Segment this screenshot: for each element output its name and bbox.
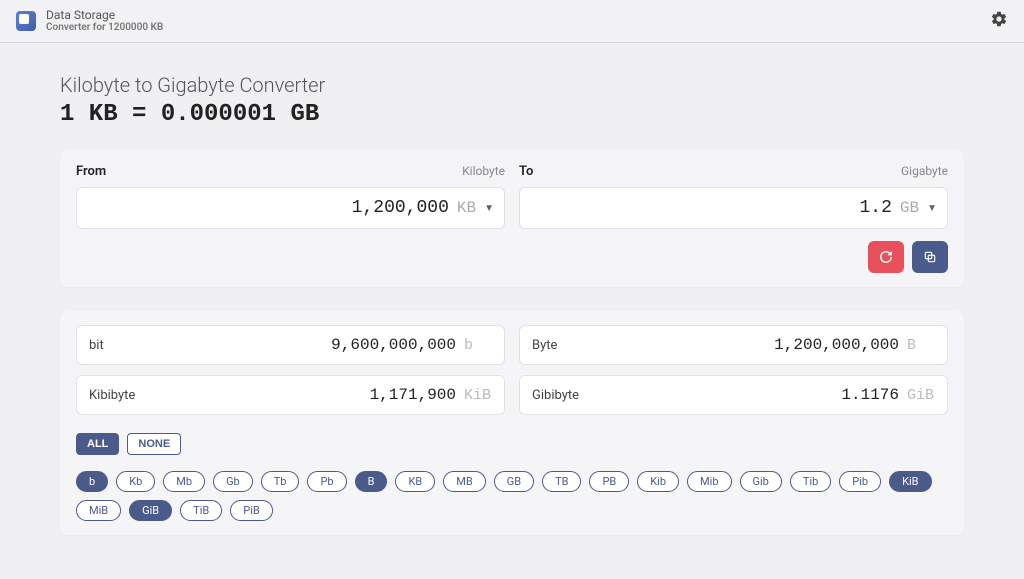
result-value: 9,600,000,000 [112, 336, 456, 354]
from-column: From Kilobyte 1,200,000 KB ▼ [76, 164, 505, 229]
unit-chip-GB[interactable]: GB [494, 471, 534, 492]
header-left: Data Storage Converter for 1200000 KB [16, 8, 163, 34]
from-label: From [76, 164, 106, 179]
from-to-row: From Kilobyte 1,200,000 KB ▼ To Gigabyte… [76, 164, 948, 229]
from-value: 1,200,000 [89, 198, 449, 218]
conversion-equation: 1 KB = 0.000001 GB [60, 101, 964, 128]
unit-chip-Tb[interactable]: Tb [261, 471, 300, 492]
result-value: 1,200,000,000 [565, 336, 899, 354]
to-header: To Gigabyte [519, 164, 948, 179]
result-value: 1.1176 [587, 386, 899, 404]
unit-chip-Mb[interactable]: Mb [163, 471, 205, 492]
result-row[interactable]: Kibibyte 1,171,900 KiB [76, 375, 505, 415]
reset-button[interactable] [868, 241, 904, 273]
unit-chip-Pib[interactable]: Pib [839, 471, 881, 492]
result-unit: KiB [464, 387, 492, 404]
result-label: Kibibyte [89, 388, 135, 403]
gear-icon[interactable] [990, 10, 1008, 32]
filter-all-button[interactable]: ALL [76, 433, 119, 455]
chevron-down-icon[interactable]: ▼ [927, 203, 937, 214]
to-value: 1.2 [532, 198, 892, 218]
result-unit: B [907, 337, 935, 354]
unit-chip-TiB[interactable]: TiB [180, 500, 222, 521]
unit-chip-b[interactable]: b [76, 471, 108, 492]
result-row[interactable]: bit 9,600,000,000 b [76, 325, 505, 365]
from-unit-name: Kilobyte [462, 164, 505, 179]
header-subtitle: Converter for 1200000 KB [46, 22, 163, 34]
result-label: Gibibyte [532, 388, 579, 403]
unit-chip-PiB[interactable]: PiB [230, 500, 272, 521]
converter-card: From Kilobyte 1,200,000 KB ▼ To Gigabyte… [60, 150, 964, 287]
unit-chip-MiB[interactable]: MiB [76, 500, 121, 521]
chevron-down-icon[interactable]: ▼ [484, 203, 494, 214]
from-header: From Kilobyte [76, 164, 505, 179]
unit-chip-Tib[interactable]: Tib [790, 471, 831, 492]
unit-chip-Mib[interactable]: Mib [687, 471, 731, 492]
to-column: To Gigabyte 1.2 GB ▼ [519, 164, 948, 229]
result-row[interactable]: Byte 1,200,000,000 B [519, 325, 948, 365]
unit-chip-B[interactable]: B [355, 471, 388, 492]
filter-row: ALL NONE [76, 433, 948, 455]
header-title: Data Storage [46, 8, 163, 22]
app-icon [16, 11, 36, 31]
unit-chip-Kib[interactable]: Kib [637, 471, 679, 492]
unit-chip-PB[interactable]: PB [589, 471, 629, 492]
action-row [76, 241, 948, 273]
result-label: bit [89, 338, 104, 353]
unit-chip-TB[interactable]: TB [542, 471, 581, 492]
content: Kilobyte to Gigabyte Converter 1 KB = 0.… [0, 43, 1024, 579]
results-card: bit 9,600,000,000 b Byte 1,200,000,000 B… [60, 311, 964, 535]
result-row[interactable]: Gibibyte 1.1176 GiB [519, 375, 948, 415]
unit-chip-GiB[interactable]: GiB [129, 500, 172, 521]
to-unit: GB [900, 199, 919, 217]
unit-chips: b Kb Mb Gb Tb Pb B KB MB GB TB PB Kib Mib Gib Tib Pib KiB… [76, 471, 948, 521]
unit-chip-KiB[interactable]: KiB [889, 471, 931, 492]
result-unit: GiB [907, 387, 935, 404]
to-input[interactable]: 1.2 GB ▼ [519, 187, 948, 229]
unit-chip-MB[interactable]: MB [443, 471, 485, 492]
unit-chip-Gib[interactable]: Gib [740, 471, 782, 492]
from-unit: KB [457, 199, 476, 217]
page-title: Kilobyte to Gigabyte Converter [60, 73, 964, 97]
unit-chip-KB[interactable]: KB [395, 471, 435, 492]
to-unit-name: Gigabyte [901, 164, 948, 179]
unit-chip-Pb[interactable]: Pb [307, 471, 346, 492]
copy-button[interactable] [912, 241, 948, 273]
result-value: 1,171,900 [143, 386, 456, 404]
to-label: To [519, 164, 533, 179]
result-unit: b [464, 337, 492, 354]
header-titles: Data Storage Converter for 1200000 KB [46, 8, 163, 34]
results-grid: bit 9,600,000,000 b Byte 1,200,000,000 B… [76, 325, 948, 415]
unit-chip-Kb[interactable]: Kb [116, 471, 155, 492]
from-input[interactable]: 1,200,000 KB ▼ [76, 187, 505, 229]
app-header: Data Storage Converter for 1200000 KB [0, 0, 1024, 43]
unit-chip-Gb[interactable]: Gb [213, 471, 253, 492]
filter-none-button[interactable]: NONE [127, 433, 181, 455]
result-label: Byte [532, 338, 557, 353]
